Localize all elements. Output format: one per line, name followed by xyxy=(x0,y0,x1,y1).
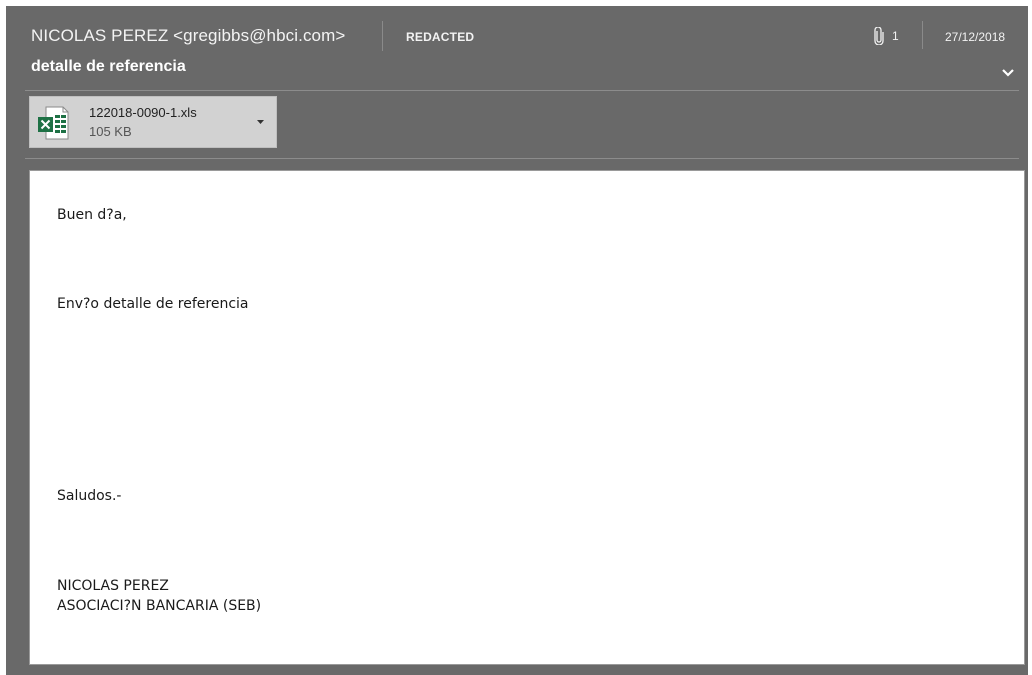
chevron-down-icon[interactable] xyxy=(1001,68,1015,78)
attachment-count: 1 xyxy=(892,29,899,43)
signature-organization: ASOCIACI?N BANCARIA (SEB) xyxy=(57,598,262,614)
signature-name: NICOLAS PEREZ xyxy=(57,578,169,594)
body-message: Env?o detalle de referencia xyxy=(57,296,249,312)
body-greeting: Buen d?a, xyxy=(57,207,127,223)
attachment-filename: 122018-0090-1.xls xyxy=(89,105,197,120)
attachment-separator xyxy=(25,158,1019,159)
attachment-item[interactable]: 122018-0090-1.xls 105 KB xyxy=(29,96,277,148)
paperclip-icon xyxy=(874,27,884,45)
excel-file-icon xyxy=(38,106,69,140)
header-divider xyxy=(922,21,923,49)
email-body: Buen d?a, Env?o detalle de referencia Sa… xyxy=(29,170,1025,665)
email-subject: detalle de referencia xyxy=(31,58,186,75)
attachment-size: 105 KB xyxy=(89,124,132,139)
sender-name[interactable]: NICOLAS PEREZ <gregibbs@hbci.com> xyxy=(31,26,345,46)
email-reading-pane: NICOLAS PEREZ <gregibbs@hbci.com> REDACT… xyxy=(6,6,1028,675)
header-separator xyxy=(25,90,1019,91)
email-date: 27/12/2018 xyxy=(945,30,1006,44)
chevron-down-icon[interactable] xyxy=(257,120,264,125)
body-closing: Saludos.- xyxy=(57,488,122,504)
recipient-label[interactable]: REDACTED xyxy=(406,30,474,44)
header-divider xyxy=(382,21,383,51)
attachment-count-indicator: 1 xyxy=(874,26,899,46)
